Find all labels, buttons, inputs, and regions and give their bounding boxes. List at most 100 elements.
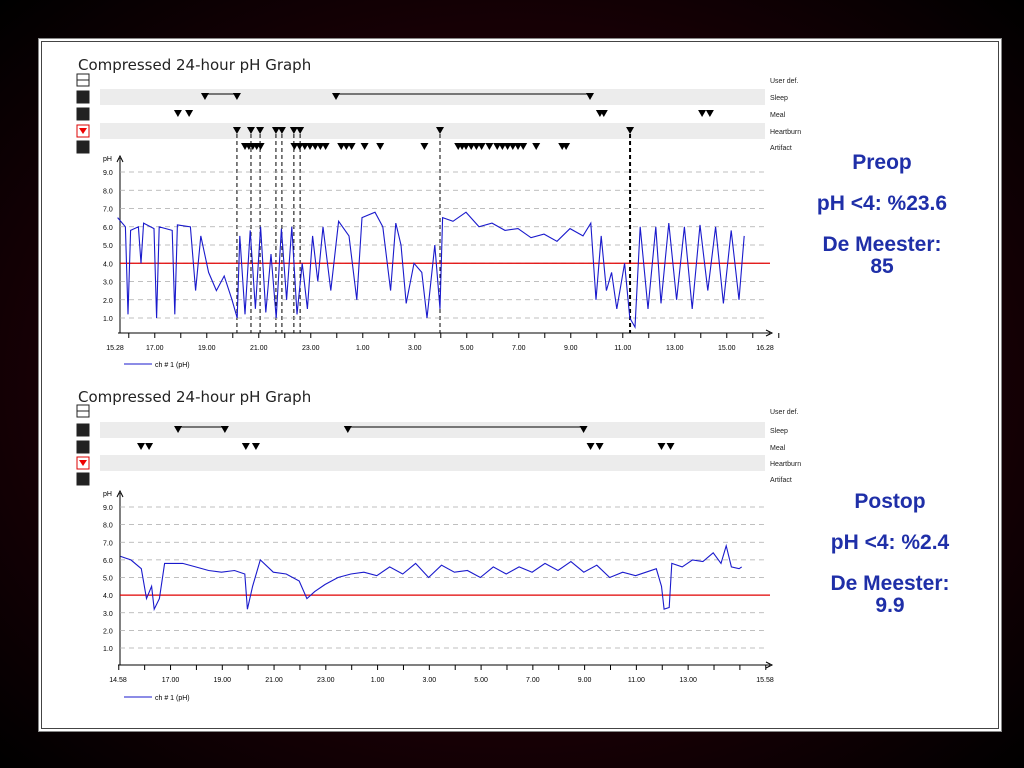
y-tick-label: 5.0	[103, 576, 113, 583]
preop-annotation: Preop pH <4: %23.6 De Meester: 85	[787, 152, 977, 297]
y-tick-label: 6.0	[103, 558, 113, 565]
x-tick-label: 5.00	[460, 345, 474, 352]
annotation-score: 9.9	[875, 594, 905, 617]
y-tick-label: 9.0	[103, 505, 113, 512]
x-tick-label: 13.00	[679, 677, 697, 684]
meal-marker	[666, 443, 675, 450]
x-tick-label: 1.00	[371, 677, 385, 684]
x-tick-label: 19.00	[214, 677, 232, 684]
y-tick-label: 4.0	[103, 593, 113, 600]
annotation-label: Postop	[854, 490, 926, 513]
x-tick-label: 14.58	[109, 677, 127, 684]
row-label: User def.	[770, 78, 798, 85]
y-tick-label: 7.0	[103, 207, 113, 214]
x-tick-label: 9.00	[578, 677, 592, 684]
y-tick-label: 3.0	[103, 611, 113, 618]
artifact-icon	[76, 472, 90, 486]
x-tick-label: 5.00	[474, 677, 488, 684]
meal-marker	[251, 443, 260, 450]
row-label: User def.	[770, 409, 798, 416]
annotation-stat: pH <4: %2.4	[830, 531, 950, 554]
meal-marker	[137, 443, 146, 450]
row-label: Heartburn	[770, 461, 801, 468]
y-tick-label: 3.0	[103, 280, 113, 287]
meal-icon	[76, 440, 90, 454]
y-axis-label: pH	[103, 491, 112, 498]
y-axis-label: pH	[103, 156, 112, 163]
x-tick-label: 11.00	[614, 345, 631, 352]
y-tick-label: 7.0	[103, 540, 113, 547]
sleep-icon	[76, 423, 90, 437]
row-label: Sleep	[770, 95, 788, 102]
x-tick-label: 23.00	[317, 677, 335, 684]
annotation-score-label: De Meester:	[830, 572, 950, 595]
annotation-label: Preop	[852, 151, 912, 174]
x-tick-label: 17.00	[162, 677, 180, 684]
x-tick-label: 1.00	[356, 345, 370, 352]
x-tick-label: 7.00	[512, 345, 526, 352]
ph-trace	[117, 211, 745, 329]
row-label: Heartburn	[770, 129, 801, 136]
artifact-icon	[76, 140, 90, 154]
legend-label: ch # 1 (pH)	[155, 362, 190, 369]
meal-icon	[76, 107, 90, 121]
y-tick-label: 4.0	[103, 261, 113, 268]
x-tick-label: 3.00	[423, 677, 437, 684]
meal-marker	[173, 110, 182, 117]
event-row-band	[100, 123, 765, 139]
row-label: Artifact	[770, 477, 792, 484]
meal-marker	[698, 110, 707, 117]
artifact-marker	[485, 143, 494, 150]
meal-marker	[145, 443, 154, 450]
row-label: Meal	[770, 445, 786, 452]
x-tick-label: 15.28	[106, 345, 124, 352]
x-tick-label: 17.00	[146, 345, 164, 352]
y-tick-label: 5.0	[103, 243, 113, 250]
x-tick-label: 23.00	[302, 345, 320, 352]
annotation-score: 85	[870, 255, 894, 278]
y-tick-label: 1.0	[103, 316, 113, 323]
y-tick-label: 9.0	[103, 170, 113, 177]
postop-annotation: Postop pH <4: %2.4 De Meester: 9.9	[795, 491, 985, 636]
artifact-marker	[519, 143, 528, 150]
chart-title: Compressed 24-hour pH Graph	[78, 388, 311, 406]
x-tick-label: 3.00	[408, 345, 422, 352]
annotation-score-label: De Meester:	[822, 233, 942, 256]
x-tick-label: 15.00	[718, 345, 736, 352]
x-tick-label: 19.00	[198, 345, 216, 352]
y-tick-label: 2.0	[103, 628, 113, 635]
x-tick-label: 13.00	[666, 345, 684, 352]
row-label: Meal	[770, 112, 786, 119]
artifact-marker	[347, 143, 356, 150]
y-tick-label: 1.0	[103, 646, 113, 653]
y-tick-label: 6.0	[103, 225, 113, 232]
meal-marker	[657, 443, 666, 450]
x-tick-label: 9.00	[564, 345, 578, 352]
x-tick-label: 16.28	[756, 345, 774, 352]
event-row-band	[100, 422, 765, 438]
event-row-band	[100, 89, 765, 105]
x-tick-label: 7.00	[526, 677, 540, 684]
y-tick-label: 8.0	[103, 188, 113, 195]
artifact-marker	[532, 143, 541, 150]
y-tick-label: 2.0	[103, 298, 113, 305]
x-tick-label: 21.00	[265, 677, 283, 684]
meal-marker	[185, 110, 194, 117]
ph-graphs: Compressed 24-hour pH Graph User def. Slee…	[76, 56, 801, 702]
artifact-marker	[360, 143, 369, 150]
artifact-marker	[420, 143, 429, 150]
event-row-band	[100, 455, 765, 471]
artifact-marker	[477, 143, 486, 150]
row-label: Artifact	[770, 145, 792, 152]
x-tick-label: 15.58	[756, 677, 774, 684]
chart-title: Compressed 24-hour pH Graph	[78, 56, 311, 74]
x-tick-label: 11.00	[628, 677, 645, 684]
row-label: Sleep	[770, 428, 788, 435]
sleep-icon	[76, 90, 90, 104]
meal-marker	[705, 110, 714, 117]
legend-label: ch # 1 (pH)	[155, 695, 190, 702]
annotation-stat: pH <4: %23.6	[816, 192, 948, 215]
x-tick-label: 21.00	[250, 345, 268, 352]
artifact-marker	[376, 143, 385, 150]
y-tick-label: 8.0	[103, 523, 113, 530]
